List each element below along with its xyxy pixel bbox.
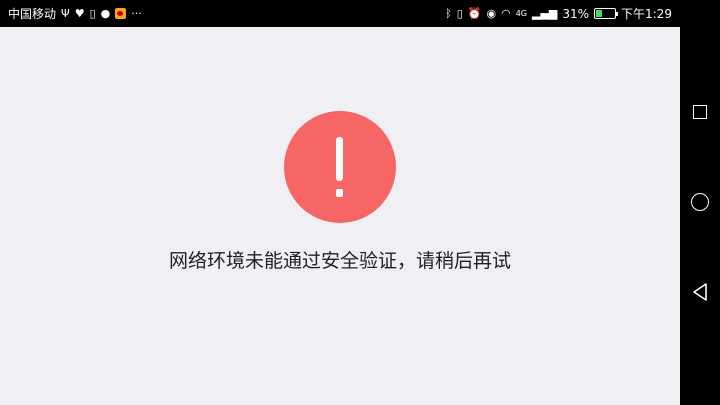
error-message: 网络环境未能通过安全验证，请稍后再试 (168, 250, 511, 272)
bluetooth-icon: ᛒ (445, 7, 452, 20)
wechat-icon: ● (100, 7, 111, 20)
back-icon (693, 283, 707, 301)
eye-comfort-icon: ◉ (486, 7, 497, 20)
alert-icon (284, 111, 396, 223)
usb-icon: Ψ (61, 7, 70, 20)
status-bar: 中国移动 Ψ ♥ ▯ ● ··· ᛒ ▯ ⏰ ◉ ◠ 4G ▂▄▆ 31% 下午… (0, 0, 680, 27)
recent-apps-icon (693, 105, 707, 119)
phone-icon: ▯ (89, 7, 96, 20)
network-type-label: 4G (515, 8, 527, 18)
carrier-label: 中国移动 (8, 7, 57, 21)
navigation-bar (680, 0, 720, 405)
clock: 下午1:29 (621, 7, 672, 21)
status-bar-left: 中国移动 Ψ ♥ ▯ ● ··· (8, 5, 142, 22)
home-button[interactable] (690, 192, 710, 212)
vibrate-icon: ▯ (456, 7, 463, 20)
back-button[interactable] (690, 282, 710, 302)
recent-apps-button[interactable] (690, 102, 710, 122)
heart-rate-icon: ♥ (74, 7, 85, 20)
home-icon (691, 193, 709, 211)
more-icon: ··· (131, 7, 142, 20)
wifi-icon: ◠ (501, 7, 511, 20)
alarm-icon: ⏰ (467, 7, 482, 20)
battery-fill (596, 10, 603, 17)
weibo-icon (115, 8, 127, 19)
battery-percent: 31% (562, 6, 590, 21)
alert-exclamation-bar (336, 137, 343, 181)
alert-exclamation-dot (336, 189, 343, 197)
signal-icon: ▂▄▆ (531, 7, 558, 20)
main-content: 网络环境未能通过安全验证，请稍后再试 (0, 27, 680, 405)
status-bar-right: ᛒ ▯ ⏰ ◉ ◠ 4G ▂▄▆ 31% 下午1:29 (445, 5, 672, 22)
battery-icon (594, 8, 619, 19)
